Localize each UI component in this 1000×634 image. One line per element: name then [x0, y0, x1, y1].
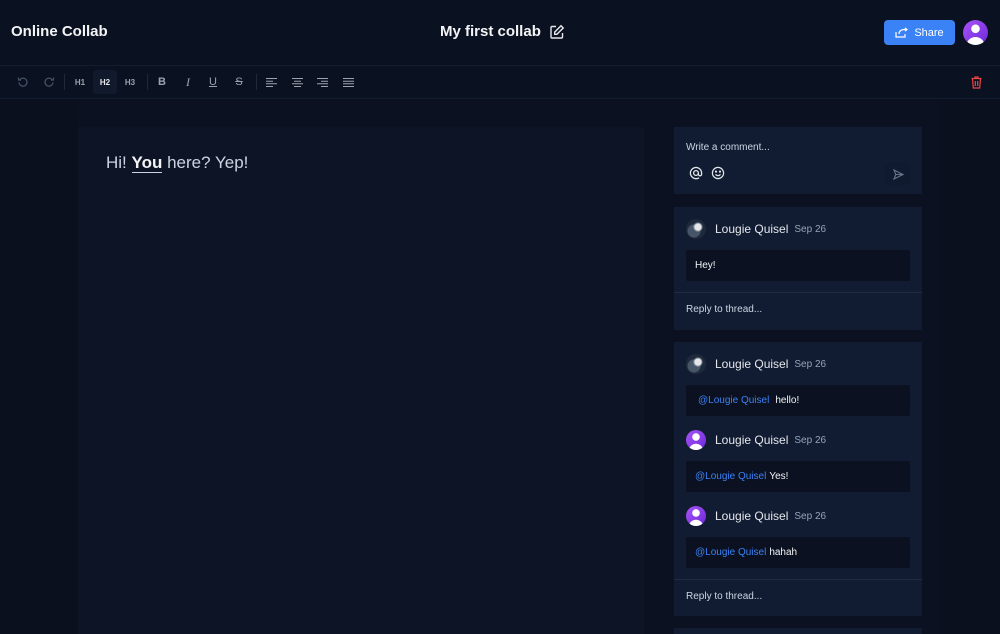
- left-gutter: [0, 100, 78, 634]
- share-label: Share: [914, 26, 944, 39]
- avatar: [686, 506, 706, 526]
- heading2-button[interactable]: H2: [93, 70, 117, 94]
- comment-thread: Lougie Quisel Sep 26 @Lougie Quisel hell…: [674, 342, 922, 616]
- comment-bubble: @Lougie Quisel Yes!: [686, 461, 910, 492]
- comment-bubble: Hey!: [686, 250, 910, 281]
- heading1-button[interactable]: H1: [68, 70, 92, 94]
- editor-content[interactable]: Hi! You here? Yep!: [106, 153, 248, 173]
- comment-text: hahah: [769, 547, 798, 558]
- reply-input[interactable]: [686, 591, 906, 602]
- user-avatar[interactable]: [963, 20, 988, 45]
- mention-link[interactable]: @Lougie Quisel: [698, 395, 769, 406]
- comment-author: Lougie Quisel: [715, 222, 789, 236]
- align-justify-icon: [342, 77, 354, 87]
- mention-link[interactable]: @Lougie Quisel: [695, 471, 766, 482]
- editor-text-bold: You: [131, 153, 163, 173]
- align-right-button[interactable]: [310, 70, 334, 94]
- align-left-button[interactable]: [259, 70, 283, 94]
- comment-thread: [674, 628, 922, 634]
- app-header: Online Collab My first collab Share: [0, 0, 1000, 66]
- underline-button[interactable]: U: [201, 70, 225, 94]
- comment-date: Sep 26: [794, 510, 827, 522]
- comment-author: Lougie Quisel: [715, 509, 789, 523]
- align-right-icon: [316, 77, 328, 87]
- avatar: [686, 430, 706, 450]
- comment-header: Lougie Quisel Sep 26: [686, 506, 826, 526]
- comment-text: hello!: [775, 395, 800, 406]
- doc-title-group: My first collab: [440, 23, 565, 40]
- avatar: [686, 354, 706, 374]
- share-button[interactable]: Share: [884, 20, 955, 45]
- doc-title[interactable]: My first collab: [440, 23, 541, 40]
- comment-bubble: @Lougie Quisel hahah: [686, 537, 910, 568]
- comment-header: Lougie Quisel Sep 26: [686, 430, 826, 450]
- comment-header: Lougie Quisel Sep 26: [686, 219, 826, 239]
- strikethrough-button[interactable]: S: [227, 70, 251, 94]
- send-icon: [892, 168, 904, 180]
- reply-input[interactable]: [686, 304, 906, 315]
- smile-icon[interactable]: [711, 166, 725, 180]
- undo-icon: [17, 77, 28, 87]
- align-justify-button[interactable]: [336, 70, 360, 94]
- comment-bubble: @Lougie Quisel hello!: [686, 385, 910, 416]
- redo-icon: [44, 77, 55, 87]
- align-left-icon: [265, 77, 277, 87]
- align-center-button[interactable]: [285, 70, 309, 94]
- avatar: [686, 219, 706, 239]
- bold-button[interactable]: B: [150, 70, 174, 94]
- editor-text-end: here? Yep!: [162, 153, 249, 172]
- heading3-button[interactable]: H3: [118, 70, 142, 94]
- comment-text: Hey!: [695, 260, 716, 271]
- comment-date: Sep 26: [794, 223, 827, 235]
- toolbar-divider: [256, 74, 257, 90]
- comment-date: Sep 26: [794, 434, 827, 446]
- at-icon[interactable]: [689, 166, 703, 180]
- comment-input[interactable]: [686, 140, 906, 154]
- comment-author: Lougie Quisel: [715, 433, 789, 447]
- right-gutter: [938, 100, 1000, 634]
- comment-text: Yes!: [769, 471, 789, 482]
- comment-date: Sep 26: [794, 358, 827, 370]
- delete-button[interactable]: [964, 70, 988, 94]
- comment-author: Lougie Quisel: [715, 357, 789, 371]
- toolbar-divider: [147, 74, 148, 90]
- reply-divider: [674, 292, 922, 293]
- italic-button[interactable]: I: [176, 70, 200, 94]
- share-icon: [895, 27, 909, 38]
- trash-icon: [971, 75, 981, 89]
- align-center-icon: [291, 77, 303, 87]
- redo-button[interactable]: [37, 70, 61, 94]
- undo-button[interactable]: [11, 70, 35, 94]
- comment-thread: Lougie Quisel Sep 26 Hey!: [674, 207, 922, 330]
- send-comment-button[interactable]: [885, 163, 911, 185]
- reply-divider: [674, 579, 922, 580]
- mention-link[interactable]: @Lougie Quisel: [695, 547, 766, 558]
- document-editor[interactable]: Hi! You here? Yep!: [78, 127, 644, 634]
- editor-toolbar: H1 H2 H3 B I U S: [0, 66, 1000, 99]
- app-name: Online Collab: [11, 23, 108, 40]
- edit-icon[interactable]: [549, 24, 565, 40]
- comment-header: Lougie Quisel Sep 26: [686, 354, 826, 374]
- toolbar-divider: [64, 74, 65, 90]
- editor-text-start: Hi!: [106, 153, 132, 172]
